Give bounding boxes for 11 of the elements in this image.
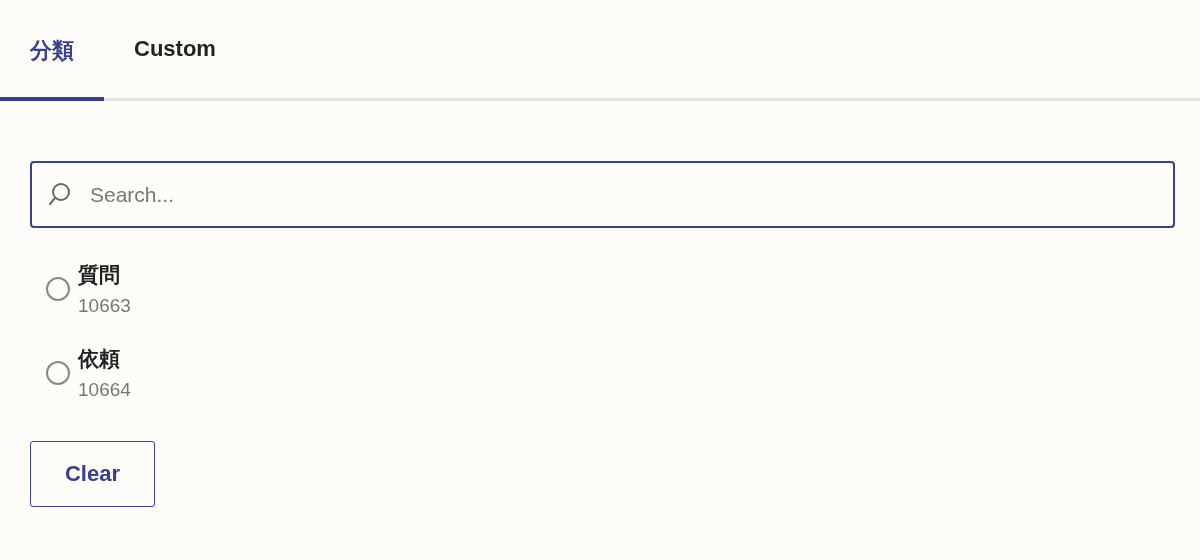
tab[interactable]: 分類	[0, 0, 104, 101]
tab[interactable]: Custom	[104, 0, 246, 101]
option-id: 10664	[78, 379, 131, 401]
clear-button[interactable]: Clear	[30, 441, 155, 507]
option-label: 質問	[78, 262, 121, 288]
search-field[interactable]: Search...	[30, 161, 1175, 228]
radio-button[interactable]	[46, 361, 70, 385]
option-label: 依頼	[78, 346, 121, 372]
radio-button[interactable]	[46, 277, 70, 301]
option-id: 10663	[78, 295, 131, 317]
search-icon	[46, 181, 72, 207]
